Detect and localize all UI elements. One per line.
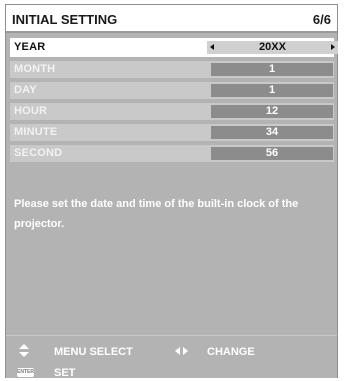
setting-row-second[interactable]: SECOND 56 <box>10 145 334 162</box>
setting-value: 56 <box>211 147 333 160</box>
panel-title: INITIAL SETTING <box>12 12 118 27</box>
enter-key-icon: ENTER <box>17 368 34 377</box>
setting-row-year[interactable]: YEAR 20XX <box>10 38 338 57</box>
setting-label: HOUR <box>14 105 48 117</box>
setting-label: DAY <box>14 84 37 96</box>
setting-value: 1 <box>211 84 333 97</box>
setting-row-hour[interactable]: HOUR 12 <box>10 103 334 120</box>
menu-select-label: MENU SELECT <box>54 346 133 358</box>
initial-setting-panel: INITIAL SETTING 6/6 YEAR 20XX MONTH 1 DA… <box>5 4 338 379</box>
setting-label: SECOND <box>14 147 63 159</box>
settings-list: YEAR 20XX MONTH 1 DAY 1 HOUR 12 MINUTE 3… <box>10 38 338 166</box>
page-indicator: 6/6 <box>312 12 331 27</box>
change-label: CHANGE <box>207 346 255 358</box>
panel-header: INITIAL SETTING 6/6 <box>6 5 337 33</box>
left-arrow-icon[interactable] <box>210 44 214 50</box>
setting-label: MONTH <box>14 63 56 75</box>
setting-row-day[interactable]: DAY 1 <box>10 82 334 99</box>
setting-row-minute[interactable]: MINUTE 34 <box>10 124 334 141</box>
setting-label: MINUTE <box>14 126 58 138</box>
key-guide-footer: MENU SELECT CHANGE ENTER SET <box>6 335 337 379</box>
setting-row-month[interactable]: MONTH 1 <box>10 61 334 78</box>
right-arrow-icon[interactable] <box>331 44 335 50</box>
setting-value: 34 <box>211 126 333 139</box>
year-value-selector[interactable]: 20XX <box>207 41 338 54</box>
setting-value: 12 <box>211 105 333 118</box>
help-message: Please set the date and time of the buil… <box>14 198 299 230</box>
setting-label: YEAR <box>14 41 46 53</box>
setting-value: 20XX <box>259 41 286 53</box>
setting-value: 1 <box>211 63 333 76</box>
up-down-arrows-icon <box>19 344 29 358</box>
set-label: SET <box>54 367 76 379</box>
left-right-arrows-icon <box>175 347 189 356</box>
